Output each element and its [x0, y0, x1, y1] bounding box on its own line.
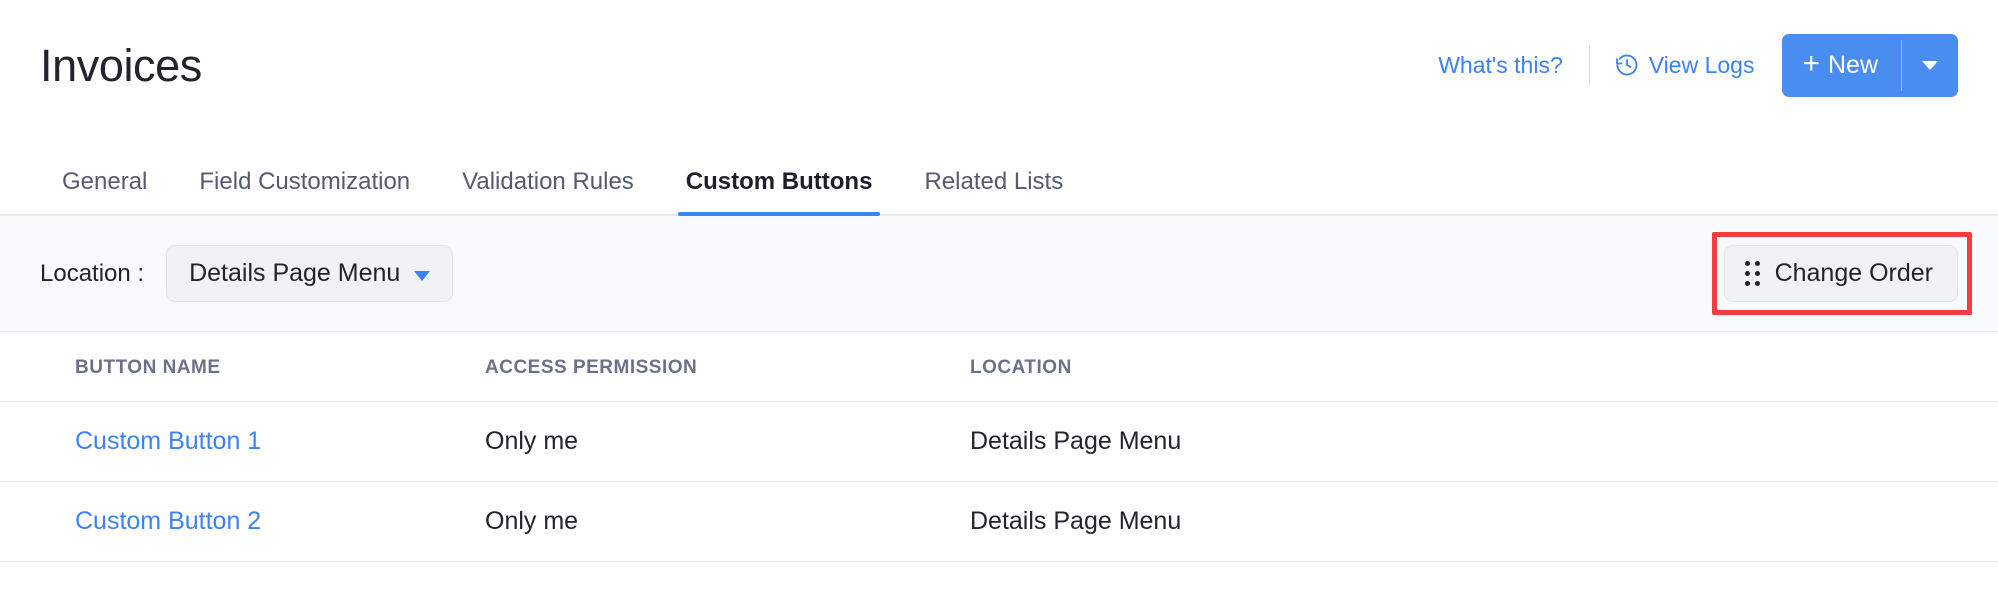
- change-order-button[interactable]: Change Order: [1724, 245, 1958, 302]
- button-name-link[interactable]: Custom Button 1: [75, 427, 261, 455]
- tab-general[interactable]: General: [36, 170, 173, 214]
- tab-validation-rules[interactable]: Validation Rules: [436, 170, 660, 214]
- button-name-link[interactable]: Custom Button 2: [75, 507, 261, 535]
- table-body: Custom Button 1 Only me Details Page Men…: [0, 402, 1998, 562]
- change-order-area: Change Order: [1724, 245, 1958, 302]
- column-header-location: LOCATION: [970, 332, 1998, 402]
- column-header-button-name: BUTTON NAME: [0, 332, 485, 402]
- cell-access-permission: Only me: [485, 402, 970, 482]
- cell-button-name: Custom Button 2: [0, 482, 485, 562]
- plus-icon: +: [1802, 49, 1820, 79]
- change-order-label: Change Order: [1775, 259, 1933, 288]
- drag-dots-grid-icon: [1745, 261, 1760, 286]
- table-header-row: BUTTON NAME ACCESS PERMISSION LOCATION: [0, 332, 1998, 402]
- invoices-settings-page: Invoices What's this? View Logs + New: [0, 0, 1998, 616]
- tab-bar: General Field Customization Validation R…: [0, 130, 1998, 216]
- cell-button-name: Custom Button 1: [0, 402, 485, 482]
- location-filter-label: Location :: [40, 260, 144, 288]
- chevron-down-icon: [1922, 61, 1938, 70]
- new-button[interactable]: + New: [1782, 34, 1901, 97]
- location-dropdown[interactable]: Details Page Menu: [166, 245, 453, 302]
- header-actions: What's this? View Logs + New: [1438, 34, 1958, 97]
- new-button-label: New: [1828, 51, 1878, 80]
- view-logs-label: View Logs: [1649, 52, 1755, 79]
- page-title: Invoices: [40, 43, 202, 88]
- tab-related-lists[interactable]: Related Lists: [898, 170, 1089, 214]
- cell-location: Details Page Menu: [970, 482, 1998, 562]
- header-divider: [1589, 45, 1590, 85]
- tab-field-customization[interactable]: Field Customization: [173, 170, 436, 214]
- chevron-down-icon: [414, 271, 430, 281]
- column-header-access-permission: ACCESS PERMISSION: [485, 332, 970, 402]
- custom-buttons-table: BUTTON NAME ACCESS PERMISSION LOCATION C…: [0, 332, 1998, 562]
- cell-location: Details Page Menu: [970, 402, 1998, 482]
- filter-bar: Location : Details Page Menu Change Orde…: [0, 216, 1998, 332]
- cell-access-permission: Only me: [485, 482, 970, 562]
- new-button-group[interactable]: + New: [1782, 34, 1958, 97]
- location-dropdown-value: Details Page Menu: [189, 259, 400, 288]
- table-row: Custom Button 1 Only me Details Page Men…: [0, 402, 1998, 482]
- view-logs-button[interactable]: View Logs: [1614, 52, 1755, 79]
- history-clock-icon: [1614, 52, 1640, 78]
- new-button-dropdown-toggle[interactable]: [1902, 34, 1958, 97]
- tab-list: General Field Customization Validation R…: [0, 130, 1998, 214]
- table-row: Custom Button 2 Only me Details Page Men…: [0, 482, 1998, 562]
- tab-custom-buttons[interactable]: Custom Buttons: [660, 170, 899, 214]
- whats-this-link[interactable]: What's this?: [1438, 52, 1589, 79]
- page-header: Invoices What's this? View Logs + New: [0, 0, 1998, 130]
- table-head: BUTTON NAME ACCESS PERMISSION LOCATION: [0, 332, 1998, 402]
